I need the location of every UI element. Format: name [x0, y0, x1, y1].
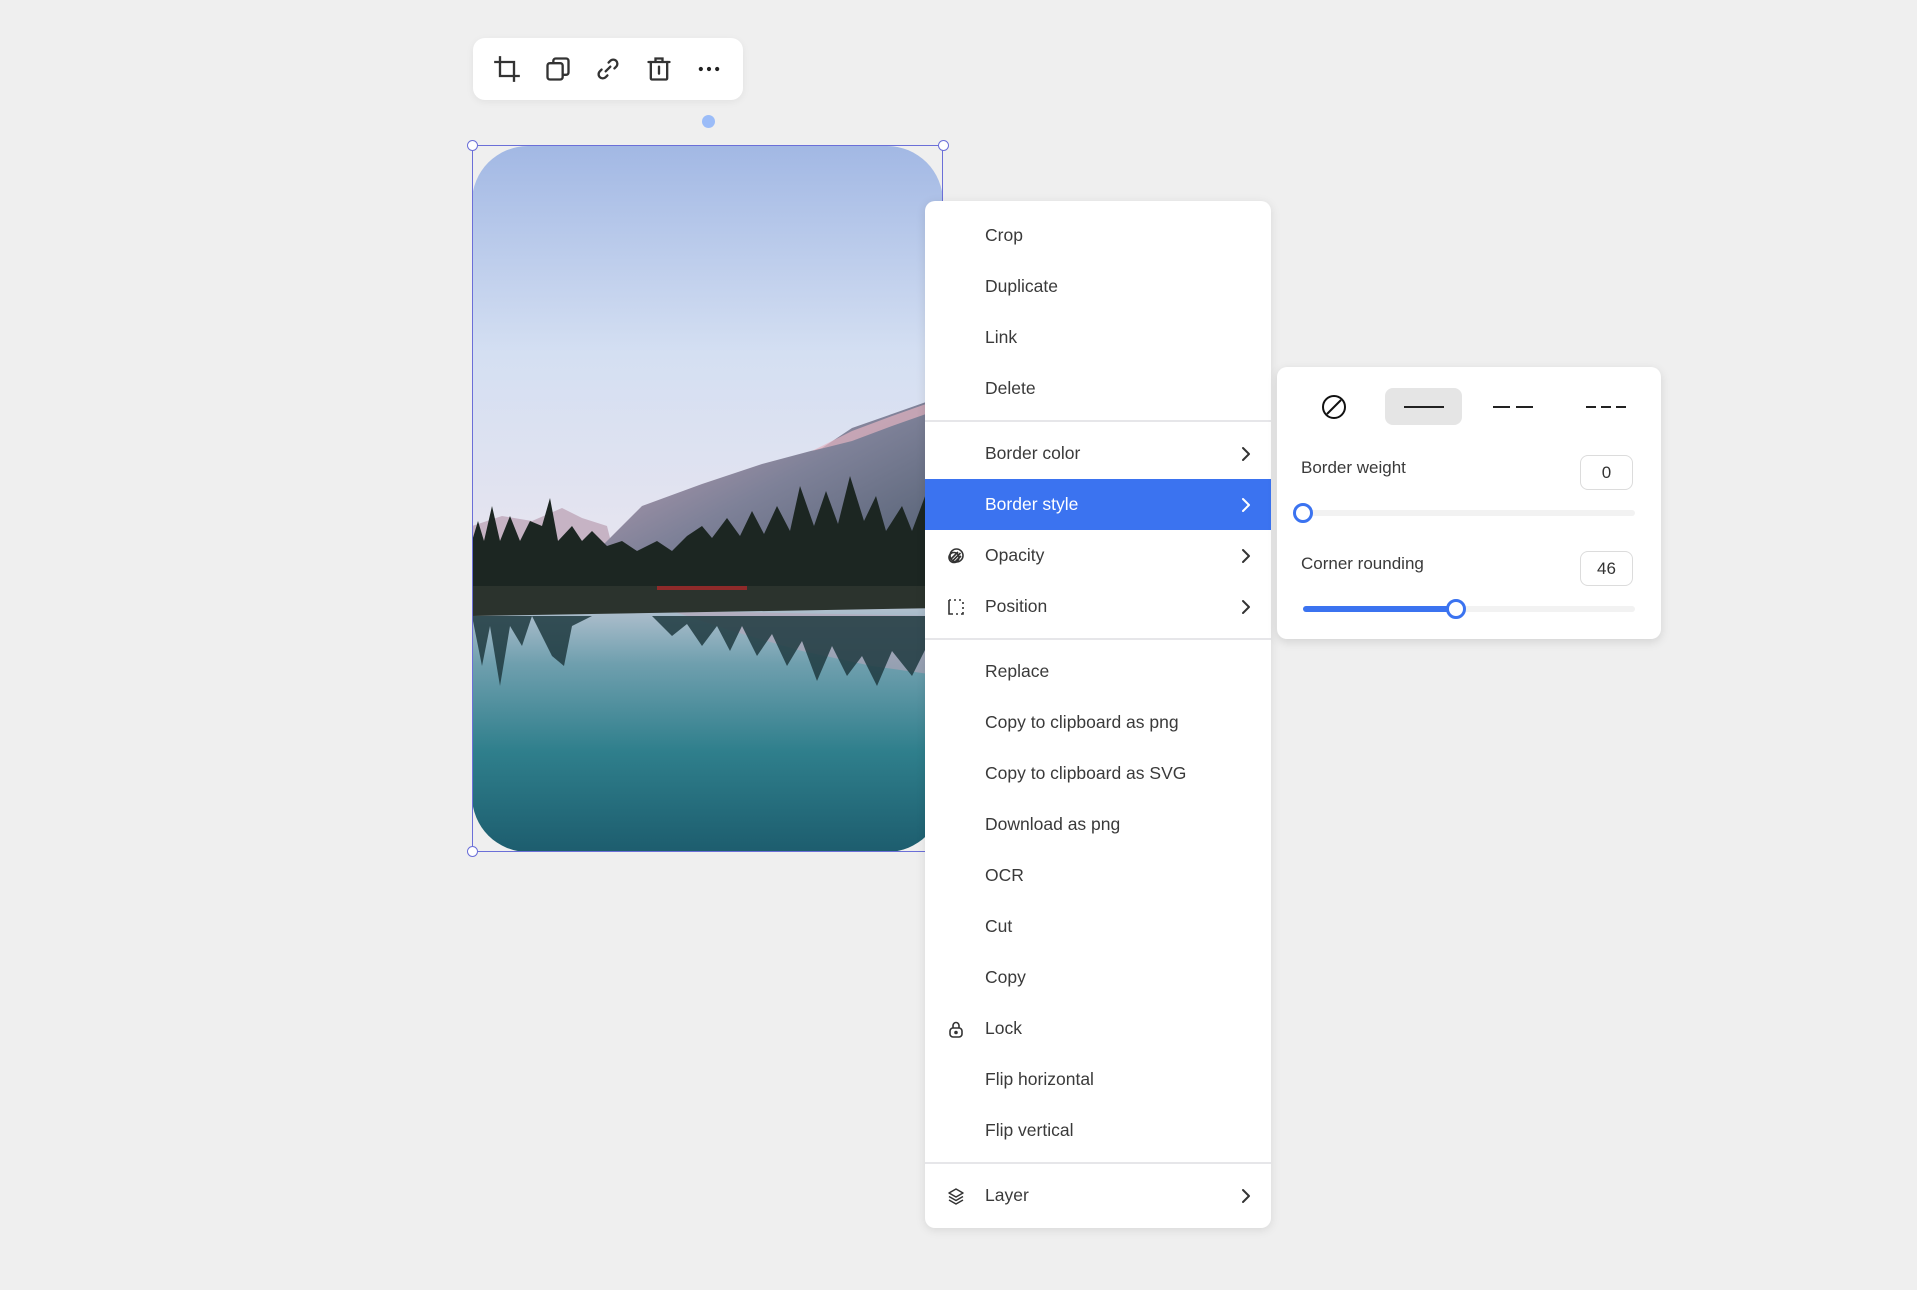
menu-item-label: Download as png [985, 814, 1121, 834]
menu-item-link[interactable]: Link [925, 312, 1271, 363]
menu-item-duplicate[interactable]: Duplicate [925, 261, 1271, 312]
no-border-icon [1321, 394, 1346, 419]
menu-item-label: Cut [985, 916, 1013, 936]
resize-handle-bottom-left[interactable] [467, 846, 478, 857]
menu-item-flip-vertical[interactable]: Flip vertical [925, 1105, 1271, 1156]
border-weight-input[interactable]: 0 [1580, 455, 1633, 490]
menu-item-flip-horizontal[interactable]: Flip horizontal [925, 1054, 1271, 1105]
border-style-dashed-button[interactable] [1474, 388, 1551, 425]
menu-item-label: Duplicate [985, 276, 1058, 296]
menu-divider [925, 420, 1271, 422]
dotted-line-icon [1585, 405, 1626, 408]
border-style-solid-button[interactable] [1385, 388, 1462, 425]
border-weight-slider-knob[interactable] [1293, 503, 1313, 523]
duplicate-button[interactable] [536, 47, 580, 91]
context-menu: Crop Duplicate Link Delete Border color Borde… [925, 201, 1271, 1228]
menu-item-label: Lock [985, 1018, 1022, 1038]
chevron-right-icon [1239, 446, 1253, 462]
chevron-right-icon [1239, 497, 1253, 513]
resize-handle-top-left[interactable] [467, 140, 478, 151]
layers-icon [946, 1186, 966, 1206]
menu-item-label: Copy to clipboard as png [985, 712, 1179, 732]
menu-item-label: Position [985, 596, 1048, 616]
corner-rounding-label: Corner rounding [1301, 554, 1424, 573]
menu-item-label: Link [985, 327, 1018, 347]
menu-item-copy-to-clipboard-as-png[interactable]: Copy to clipboard as png [925, 697, 1271, 748]
duplicate-icon [545, 57, 570, 81]
corner-rounding-slider-fill [1303, 606, 1456, 612]
corner-rounding-slider-knob[interactable] [1445, 599, 1466, 619]
crop-button[interactable] [485, 47, 529, 91]
menu-item-border-color[interactable]: Border color [925, 428, 1271, 479]
menu-item-ocr[interactable]: OCR [925, 850, 1271, 901]
menu-item-label: Copy to clipboard as SVG [985, 763, 1187, 783]
menu-item-label: Delete [985, 378, 1036, 398]
link-button[interactable] [586, 47, 630, 91]
delete-button[interactable] [637, 47, 681, 91]
menu-item-label: Crop [985, 225, 1023, 245]
opacity-icon [946, 546, 966, 566]
position-icon [946, 597, 966, 617]
more-button[interactable] [687, 47, 731, 91]
menu-item-replace[interactable]: Replace [925, 646, 1271, 697]
menu-divider [925, 1162, 1271, 1164]
menu-item-delete[interactable]: Delete [925, 363, 1271, 414]
link-icon [597, 58, 619, 80]
menu-item-lock[interactable]: Lock [925, 1003, 1271, 1054]
dashed-line-icon [1492, 405, 1533, 408]
object-toolbar [473, 38, 743, 100]
menu-item-download-as-png[interactable]: Download as png [925, 799, 1271, 850]
menu-divider [925, 638, 1271, 640]
border-weight-label: Border weight [1301, 458, 1406, 477]
menu-item-copy[interactable]: Copy [925, 952, 1271, 1003]
corner-rounding-input[interactable]: 46 [1580, 551, 1633, 586]
menu-item-border-style[interactable]: Border style [925, 479, 1271, 530]
lock-icon [946, 1019, 966, 1039]
crop-icon [494, 56, 520, 82]
border-style-none-button[interactable] [1295, 388, 1372, 425]
menu-item-position[interactable]: Position [925, 581, 1271, 632]
menu-item-label: Flip vertical [985, 1120, 1074, 1140]
menu-item-copy-to-clipboard-as-svg[interactable]: Copy to clipboard as SVG [925, 748, 1271, 799]
rotate-handle[interactable] [702, 115, 715, 128]
menu-item-label: Layer [985, 1185, 1029, 1205]
chevron-right-icon [1239, 599, 1253, 615]
border-style-dotted-button[interactable] [1567, 388, 1644, 425]
solid-line-icon [1403, 405, 1444, 408]
menu-item-label: Border color [985, 443, 1081, 463]
menu-item-label: Opacity [985, 545, 1045, 565]
border-weight-slider[interactable] [1293, 503, 1635, 523]
menu-item-cut[interactable]: Cut [925, 901, 1271, 952]
border-style-panel: Border weight 0 Corner rounding 46 [1277, 367, 1661, 639]
chevron-right-icon [1239, 1188, 1253, 1204]
resize-handle-top-right[interactable] [938, 140, 949, 151]
trash-icon [646, 57, 671, 81]
menu-item-label: OCR [985, 865, 1024, 885]
selection-box [472, 145, 943, 852]
corner-rounding-slider[interactable] [1303, 599, 1635, 619]
menu-item-label: Flip horizontal [985, 1069, 1094, 1089]
menu-item-layer[interactable]: Layer [925, 1170, 1271, 1221]
menu-item-label: Border style [985, 494, 1079, 514]
more-horizontal-icon [698, 66, 720, 72]
menu-item-crop[interactable]: Crop [925, 210, 1271, 261]
menu-item-label: Replace [985, 661, 1050, 681]
chevron-right-icon [1239, 548, 1253, 564]
menu-item-label: Copy [985, 967, 1026, 987]
menu-item-opacity[interactable]: Opacity [925, 530, 1271, 581]
